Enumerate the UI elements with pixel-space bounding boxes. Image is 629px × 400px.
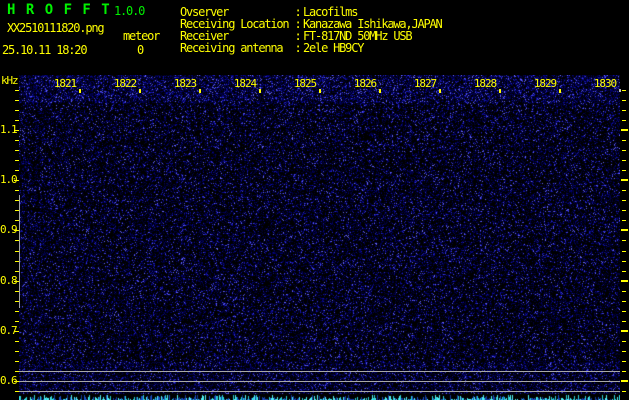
x-tick (499, 89, 501, 93)
calibration-vline (19, 195, 20, 308)
y-tick-minor-left (15, 321, 19, 322)
x-tick (619, 89, 621, 92)
y-tick-minor-left (15, 170, 19, 171)
y-tick-minor-left (15, 100, 19, 101)
y-tick-minor-right (622, 391, 626, 392)
x-tick (139, 89, 141, 93)
x-tick-label: 1824 (233, 77, 257, 90)
y-tick-major-left (14, 130, 19, 131)
y-tick-minor-left (15, 311, 19, 312)
x-tick-label: 1825 (293, 77, 317, 90)
x-tick (259, 89, 261, 93)
y-tick-minor-left (15, 341, 19, 342)
x-tick (559, 89, 561, 93)
x-tick-label: 1830 (593, 77, 617, 90)
y-tick-major-right (621, 380, 628, 382)
x-tick-label: 1827 (413, 77, 437, 90)
y-tick-label: 0.9 (0, 223, 18, 236)
y-tick-minor-right (622, 200, 626, 201)
y-tick-minor-right (622, 170, 626, 171)
x-tick-label: 1828 (473, 77, 497, 90)
y-tick-label: 0.8 (0, 274, 18, 287)
y-tick-minor-left (15, 120, 19, 121)
x-tick-label: 1829 (533, 77, 557, 90)
y-tick-label: 1.1 (0, 123, 18, 136)
y-tick-minor-left (15, 90, 19, 91)
y-tick-minor-right (622, 311, 626, 312)
y-tick-minor-right (622, 150, 626, 151)
y-tick-minor-right (622, 251, 626, 252)
x-tick-label: 1823 (173, 77, 197, 90)
y-tick-minor-right (622, 271, 626, 272)
detection-band-line (19, 371, 620, 372)
y-tick-label: 1.0 (0, 173, 18, 186)
detection-band-line (19, 381, 620, 382)
y-tick-minor-left (15, 110, 19, 111)
y-tick-minor-right (622, 190, 626, 191)
y-tick-minor-right (622, 240, 626, 241)
y-tick-minor-right (622, 160, 626, 161)
y-tick-minor-right (622, 321, 626, 322)
y-tick-major-left (14, 331, 19, 332)
spectrogram-plot: kHz 1821 1822 1823 1824 1825 1826 1827 1828 1829… (0, 0, 629, 400)
y-tick-minor-left (15, 140, 19, 141)
y-tick-major-right (621, 229, 628, 231)
x-tick (379, 89, 381, 93)
y-tick-minor-right (622, 220, 626, 221)
y-tick-minor-right (622, 100, 626, 101)
y-tick-minor-right (622, 90, 626, 91)
y-tick-minor-right (622, 210, 626, 211)
x-tick (79, 89, 81, 93)
y-tick-minor-left (15, 361, 19, 362)
y-tick-minor-right (622, 301, 626, 302)
y-tick-minor-right (622, 341, 626, 342)
y-tick-minor-right (622, 120, 626, 121)
hrofft-screen: H R O F F T 1.0.0 XX2510111820.png meteo… (0, 0, 629, 400)
y-tick-major-right (621, 129, 628, 131)
x-tick-label: 1822 (113, 77, 137, 90)
y-tick-minor-right (622, 291, 626, 292)
y-tick-minor-right (622, 371, 626, 372)
y-tick-label: 0.6 (0, 374, 18, 387)
y-tick-minor-right (622, 351, 626, 352)
y-tick-major-right (621, 280, 628, 282)
y-tick-major-right (621, 330, 628, 332)
x-tick-label: 1821 (53, 77, 77, 90)
x-tick (439, 89, 441, 93)
y-tick-minor-right (622, 261, 626, 262)
x-tick (319, 89, 321, 93)
detection-band-line (19, 391, 620, 392)
y-tick-label: 0.7 (0, 324, 18, 337)
y-tick-major-left (14, 180, 19, 181)
y-tick-major-right (621, 179, 628, 181)
x-tick-label: 1826 (353, 77, 377, 90)
y-tick-minor-left (15, 150, 19, 151)
y-tick-minor-right (622, 140, 626, 141)
y-tick-minor-right (622, 361, 626, 362)
freq-axis-unit: kHz (1, 74, 19, 87)
y-tick-minor-left (15, 160, 19, 161)
spectrogram-canvas (19, 75, 620, 400)
y-tick-minor-left (15, 190, 19, 191)
y-tick-minor-left (15, 351, 19, 352)
x-tick (199, 89, 201, 93)
y-tick-minor-right (622, 110, 626, 111)
